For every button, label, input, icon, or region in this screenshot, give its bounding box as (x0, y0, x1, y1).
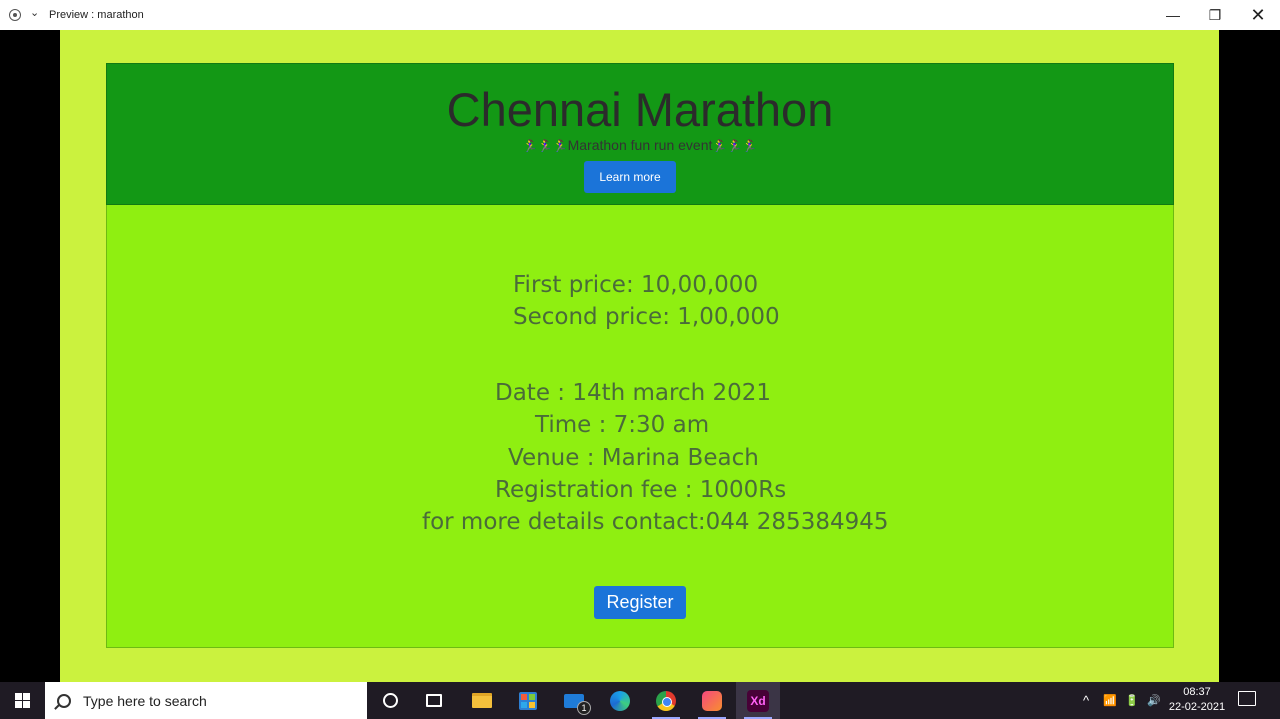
mail-badge: 1 (577, 700, 591, 715)
windows-logo-icon (15, 693, 30, 708)
clock-time: 08:37 (1183, 686, 1211, 698)
taskbar: Type here to search 1 Xd ^ 📶 🔋 🔊 08:37 2… (0, 682, 1280, 719)
store-icon (519, 691, 537, 710)
taskbar-clock[interactable]: 08:37 22-02-2021 (1162, 685, 1232, 715)
runner-icon: 🏃‍♀️🏃‍♀️🏃‍♀️ (522, 139, 568, 153)
page-title: Chennai Marathon (446, 83, 834, 136)
xd-button[interactable]: Xd (736, 682, 780, 719)
registration-fee-text: Registration fee : 1000Rs (495, 477, 787, 503)
runner-icon: 🏃‍♀️🏃‍♀️🏃‍♀️ (712, 139, 758, 153)
edge-button[interactable] (598, 682, 642, 719)
wifi-icon[interactable]: 📶 (1099, 682, 1121, 719)
register-button[interactable]: Register (594, 586, 686, 619)
contact-text: for more details contact:044 285384945 (422, 509, 889, 535)
search-icon (57, 693, 71, 708)
battery-icon[interactable]: 🔋 (1121, 682, 1143, 719)
hero-banner: Chennai Marathon 🏃‍♀️🏃‍♀️🏃‍♀️Marathon fu… (106, 63, 1174, 205)
second-prize-text: Second price: 1,00,000 (513, 304, 780, 330)
first-prize-text: First price: 10,00,000 (513, 272, 759, 298)
chrome-button[interactable] (644, 682, 688, 719)
cortana-button[interactable] (368, 682, 412, 719)
notification-icon[interactable] (1238, 691, 1256, 706)
task-view-button[interactable] (412, 682, 456, 719)
window-menu-icon[interactable] (9, 9, 21, 21)
taskbar-search-box[interactable]: Type here to search (45, 682, 367, 719)
task-view-icon (426, 694, 442, 707)
hero-subtitle: 🏃‍♀️🏃‍♀️🏃‍♀️Marathon fun run event🏃‍♀️🏃‍… (107, 137, 1173, 153)
creative-cloud-button[interactable] (690, 682, 734, 719)
details-panel: First price: 10,00,000 Second price: 1,0… (106, 205, 1174, 648)
window-title: Preview : marathon (49, 9, 144, 21)
creative-cloud-icon (702, 690, 722, 711)
chrome-icon (656, 690, 676, 711)
minimize-button[interactable]: — (1152, 0, 1194, 30)
mail-button[interactable]: 1 (552, 682, 596, 719)
file-explorer-icon (472, 693, 492, 708)
learn-more-button[interactable]: Learn more (584, 161, 676, 193)
clock-date: 22-02-2021 (1168, 701, 1226, 713)
chevron-down-icon[interactable]: ⌄ (30, 6, 39, 19)
venue-text: Venue : Marina Beach (508, 445, 759, 471)
subtitle-text: Marathon fun run event (567, 137, 713, 153)
start-button[interactable] (0, 682, 45, 719)
store-button[interactable] (506, 682, 550, 719)
file-explorer-button[interactable] (460, 682, 504, 719)
date-text: Date : 14th march 2021 (495, 380, 772, 406)
cortana-icon (382, 693, 398, 708)
search-placeholder: Type here to search (83, 692, 207, 709)
window-titlebar: ⌄ Preview : marathon — ❐ ✕ (0, 0, 1280, 30)
show-hidden-icons-button[interactable]: ^ (1076, 682, 1096, 719)
close-button[interactable]: ✕ (1237, 0, 1279, 30)
edge-icon (610, 690, 630, 711)
page-canvas: Chennai Marathon 🏃‍♀️🏃‍♀️🏃‍♀️Marathon fu… (60, 30, 1219, 682)
maximize-button[interactable]: ❐ (1194, 0, 1236, 30)
time-text: Time : 7:30 am (535, 412, 710, 438)
xd-icon: Xd (747, 689, 769, 712)
mail-icon: 1 (564, 693, 591, 715)
